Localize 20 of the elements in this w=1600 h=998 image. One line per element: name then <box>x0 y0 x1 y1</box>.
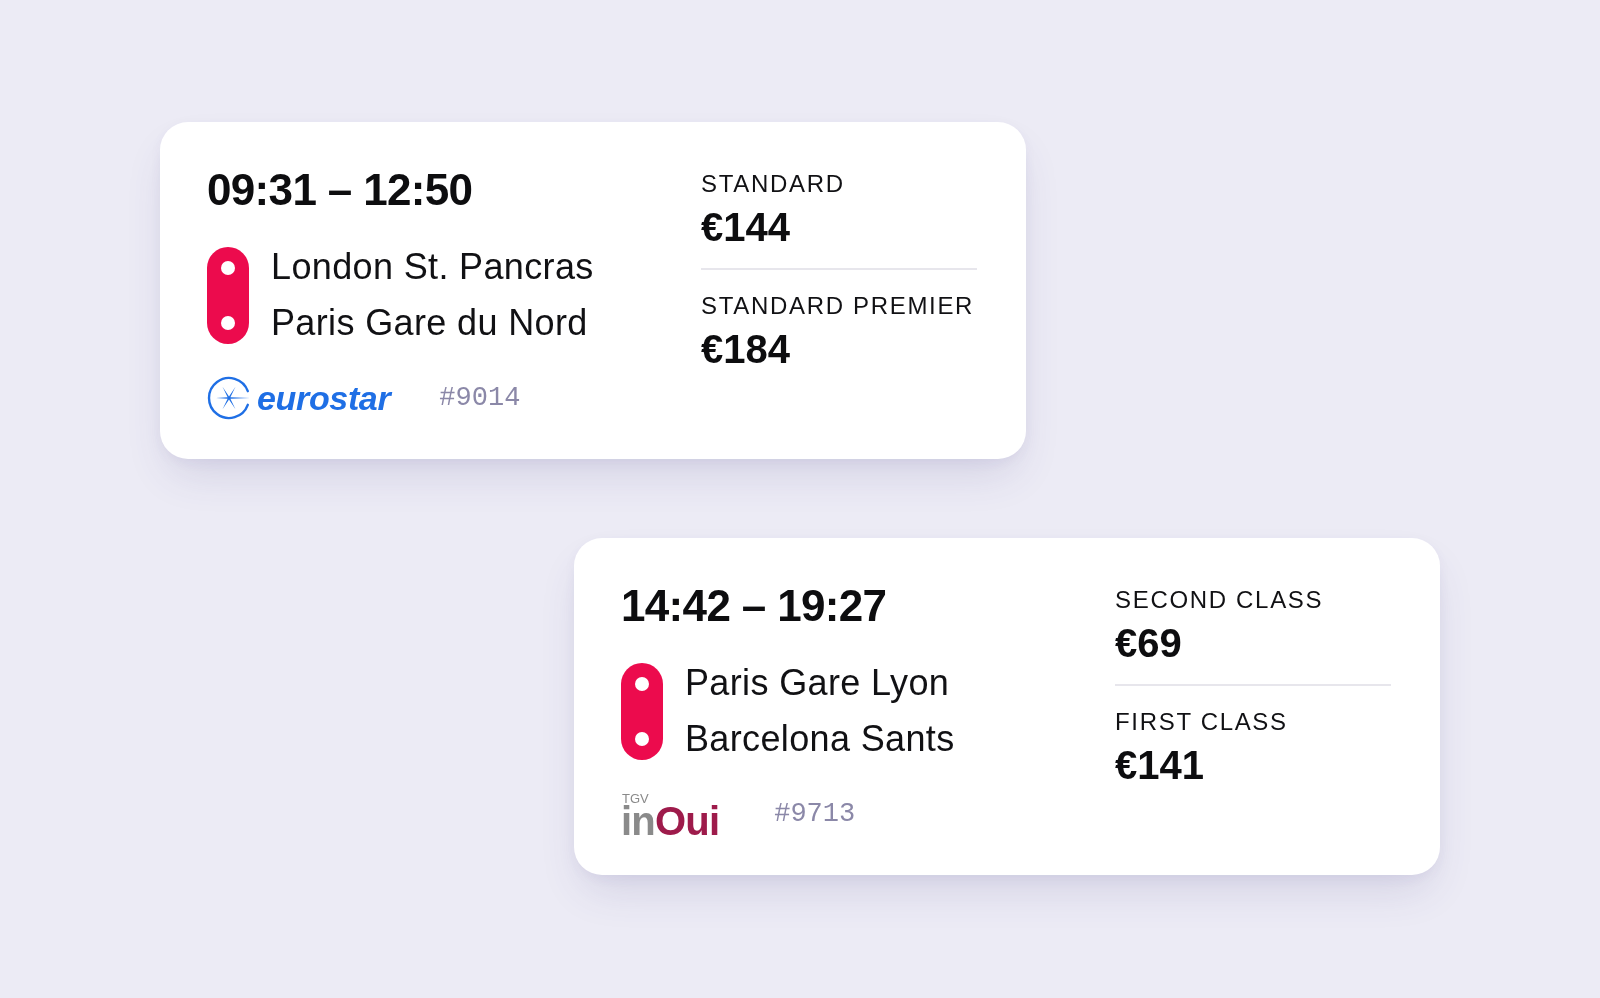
fare-class-label: STANDARD <box>701 170 845 198</box>
station-name: London St. Pancras <box>271 245 594 289</box>
operator-logo-text: inOui <box>621 804 720 837</box>
operator-logo-text: eurostar <box>257 379 391 417</box>
fare-class-label: SECOND CLASS <box>1115 586 1324 614</box>
fare-price: €184 <box>701 327 790 371</box>
fare-price: €144 <box>701 205 790 249</box>
fare-class-label: STANDARD PREMIER <box>701 292 975 320</box>
fare-price: €69 <box>1115 621 1182 665</box>
fare-class-label: FIRST CLASS <box>1115 708 1288 736</box>
station-name: Barcelona Sants <box>685 717 955 761</box>
operator-logo-tag: TGV <box>622 791 649 805</box>
train-number: #9713 <box>774 798 856 830</box>
journey-times: 14:42 – 19:27 <box>621 584 887 628</box>
journey-times: 09:31 – 12:50 <box>207 168 473 212</box>
station-name: Paris Gare du Nord <box>271 301 588 345</box>
star-in-circle-icon <box>207 376 251 420</box>
station-name: Paris Gare Lyon <box>685 661 950 705</box>
train-number: #9014 <box>439 382 521 414</box>
fare-price: €141 <box>1115 743 1204 787</box>
